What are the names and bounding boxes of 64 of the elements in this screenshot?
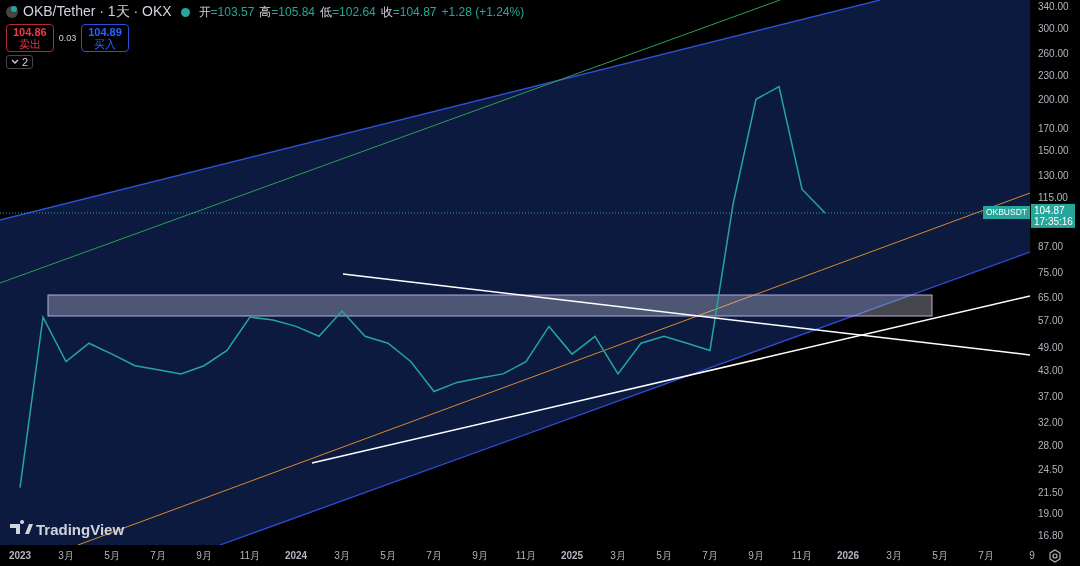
ohlc-value: 收=104.87 — [380, 3, 437, 21]
price-axis-label: 43.00 — [1038, 364, 1064, 376]
time-axis-label: 9 — [1029, 550, 1035, 561]
time-axis-label: 3月 — [334, 550, 350, 561]
time-axis-label: 3月 — [886, 550, 902, 561]
time-axis-label: 7月 — [426, 550, 442, 561]
indicators-toggle[interactable]: 2 — [6, 55, 34, 69]
time-axis-label: 9月 — [196, 550, 212, 561]
price-axis-label: 130.00 — [1038, 170, 1069, 182]
price-tag — [1031, 203, 1075, 228]
symbol-title[interactable]: OKB/Tether · 1天 · OKX — [23, 3, 172, 21]
time-axis-label: 2026 — [836, 550, 860, 561]
sell-button[interactable]: 104.86 卖出 — [6, 24, 54, 52]
time-axis-label: 5月 — [380, 550, 396, 561]
price-axis-label: 260.00 — [1038, 48, 1069, 60]
price-axis-label: 16.80 — [1038, 530, 1064, 542]
buy-button[interactable]: 104.89 买入 — [81, 24, 129, 52]
time-axis-label: 11月 — [239, 550, 261, 561]
time-axis-label: 9月 — [748, 550, 764, 561]
chevron-down-icon — [11, 59, 19, 65]
price-axis-label: 200.00 — [1038, 94, 1069, 106]
time-axis-label: 11月 — [515, 550, 537, 561]
tradingview-logo-icon — [10, 520, 33, 534]
price-axis-label: 24.50 — [1038, 463, 1064, 475]
settings-icon[interactable] — [1049, 549, 1061, 563]
time-axis-label: 2024 — [284, 550, 308, 561]
time-axis-label: 7月 — [150, 550, 166, 561]
logo-text: TradingView — [36, 521, 125, 538]
price-axis-label: 230.00 — [1038, 69, 1069, 81]
price-axis-label: 19.00 — [1038, 508, 1064, 520]
price-axis-label: 21.50 — [1038, 486, 1064, 498]
time-axis-label: 5月 — [656, 550, 672, 561]
price-axis-label: 115.00 — [1038, 191, 1068, 203]
time-axis-label: 5月 — [104, 550, 120, 561]
time-axis-label: 2023 — [8, 550, 32, 561]
time-axis-label: 3月 — [58, 550, 74, 561]
ohlc-value: 高=105.84 — [259, 3, 316, 21]
price-axis-label: 300.00 — [1038, 23, 1069, 34]
time-axis-label: 3月 — [610, 550, 626, 561]
time-axis-label: 5月 — [932, 550, 948, 561]
change-value: +1.28 (+1.24%) — [441, 5, 525, 19]
price-axis-label: 57.00 — [1038, 315, 1064, 327]
price-axis-label: 87.00 — [1038, 240, 1064, 252]
ohlc-value: 开=103.57 — [198, 3, 255, 21]
price-axis-label: 37.00 — [1038, 391, 1064, 403]
time-axis-label: 9月 — [472, 550, 488, 561]
price-axis-label: 32.00 — [1038, 416, 1064, 428]
price-axis-label: 28.00 — [1038, 440, 1064, 452]
time-axis-label: 7月 — [978, 550, 994, 561]
price-axis-label: 49.00 — [1038, 341, 1064, 353]
price-axis-label: 65.00 — [1038, 292, 1064, 304]
time-axis-label: 11月 — [791, 550, 813, 561]
spread-value: 0.03 — [58, 33, 77, 43]
bar-countdown: 17:35:16 — [1034, 215, 1073, 227]
coin-icon — [6, 6, 18, 18]
price-axis-label: 340.00 — [1038, 1, 1069, 12]
last-price: 104.87 — [1034, 204, 1065, 216]
ohlc-value: 低=102.64 — [320, 3, 376, 21]
price-axis-label: 170.00 — [1038, 122, 1069, 134]
time-axis-label: 7月 — [702, 550, 718, 561]
price-axis-label: 75.00 — [1038, 266, 1064, 278]
time-axis-label: 2025 — [560, 550, 584, 561]
market-status-icon — [180, 7, 190, 17]
price-axis-label: 150.00 — [1038, 144, 1069, 156]
